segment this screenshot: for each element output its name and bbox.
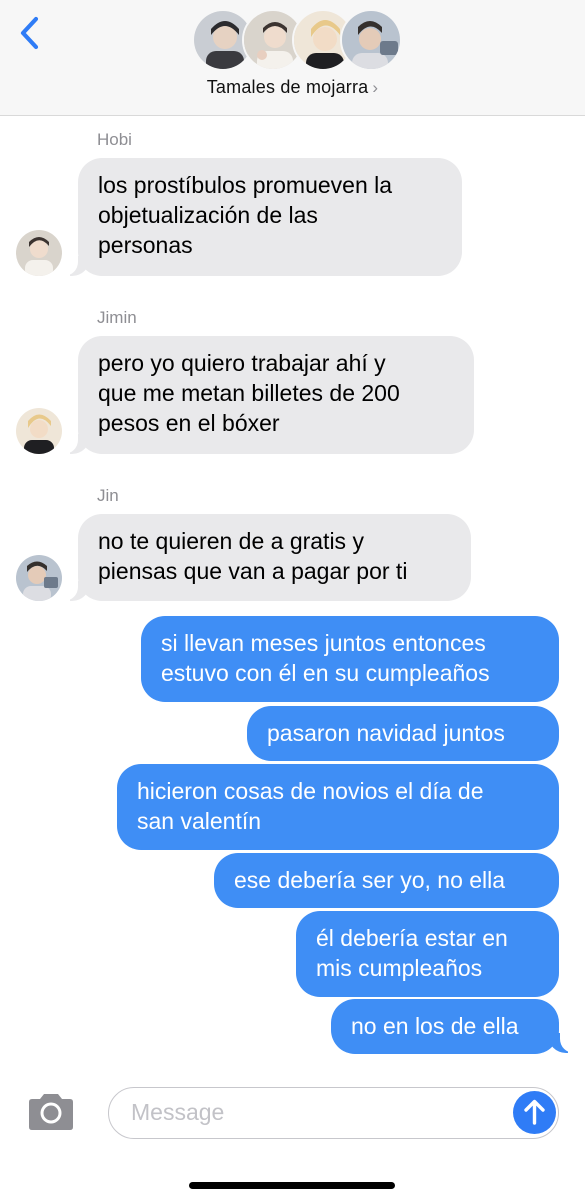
avatar[interactable] bbox=[16, 555, 62, 601]
message-bubble-incoming[interactable]: pero yo quiero trabajar ahí y que me met… bbox=[78, 336, 474, 454]
message-placeholder: Message bbox=[131, 1099, 225, 1125]
group-avatars[interactable] bbox=[192, 9, 402, 73]
avatar bbox=[340, 9, 402, 71]
message-bubble-outgoing[interactable]: ese debería ser yo, no ella bbox=[214, 853, 559, 908]
chat-title[interactable]: Tamales de mojarra › bbox=[0, 77, 585, 98]
sender-name: Jimin bbox=[97, 308, 137, 327]
message-bubble-outgoing[interactable]: no en los de ella bbox=[331, 999, 559, 1054]
back-button[interactable] bbox=[16, 14, 46, 54]
camera-button[interactable] bbox=[25, 1092, 77, 1132]
sender-name: Jin bbox=[97, 486, 119, 505]
avatar[interactable] bbox=[16, 408, 62, 454]
sender-name: Hobi bbox=[97, 130, 132, 149]
chevron-right-icon: › bbox=[372, 78, 379, 97]
message-bubble-outgoing[interactable]: si llevan meses juntos entonces estuvo c… bbox=[141, 616, 559, 702]
message-input[interactable]: Message bbox=[108, 1087, 559, 1139]
send-button[interactable] bbox=[513, 1091, 556, 1134]
message-bubble-incoming[interactable]: los prostíbulos promueven la objetualiza… bbox=[78, 158, 462, 276]
arrow-up-icon bbox=[524, 1099, 545, 1125]
home-indicator bbox=[189, 1182, 395, 1189]
message-bubble-outgoing[interactable]: hicieron cosas de novios el día de san v… bbox=[117, 764, 559, 850]
message-bubble-outgoing[interactable]: pasaron navidad juntos bbox=[247, 706, 559, 761]
chat-header: Tamales de mojarra › bbox=[0, 0, 585, 116]
chevron-left-icon bbox=[20, 16, 39, 50]
chat-title-text: Tamales de mojarra bbox=[206, 77, 369, 97]
message-bubble-incoming[interactable]: no te quieren de a gratis y piensas que … bbox=[78, 514, 471, 601]
message-bubble-outgoing[interactable]: él debería estar en mis cumpleaños bbox=[296, 911, 559, 997]
camera-icon bbox=[29, 1094, 73, 1130]
avatar[interactable] bbox=[16, 230, 62, 276]
